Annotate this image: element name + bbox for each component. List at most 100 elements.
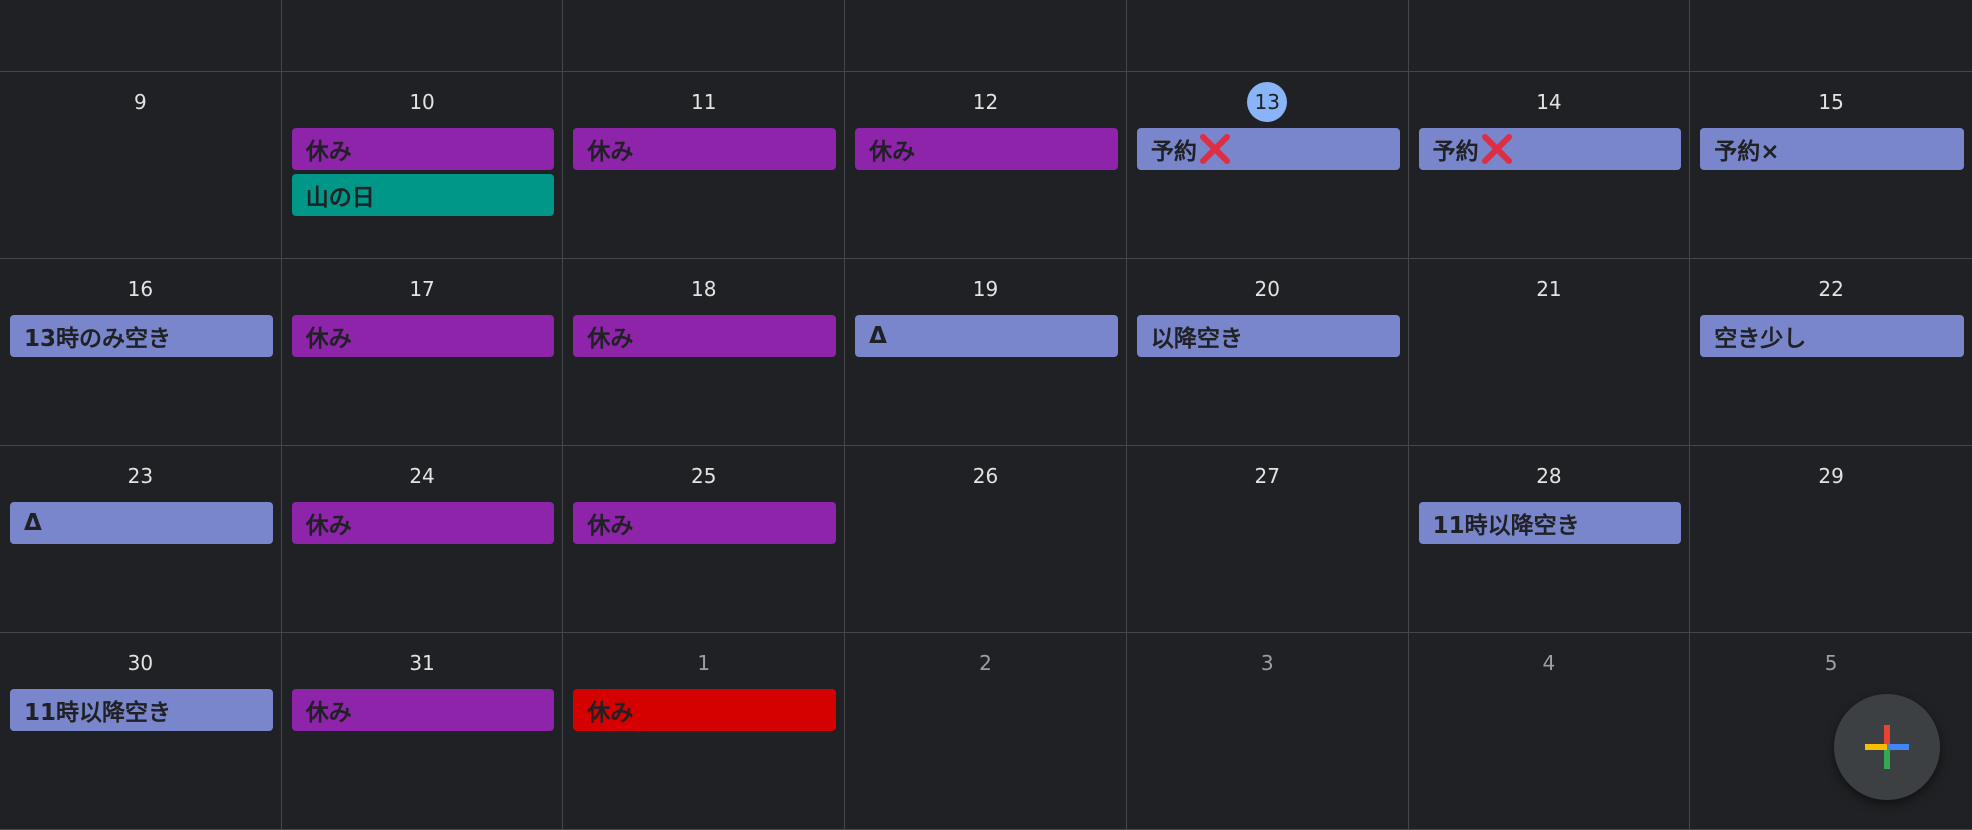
day-cell-previous-week[interactable] — [1408, 0, 1691, 72]
event-chip[interactable]: Δ — [10, 502, 273, 544]
event-title: Δ — [869, 323, 887, 349]
event-list: 予約 — [1409, 128, 1690, 174]
date-number[interactable]: 15 — [1811, 82, 1851, 122]
day-cell[interactable]: 13 予約 — [1126, 72, 1409, 259]
date-number[interactable]: 22 — [1811, 269, 1851, 309]
date-number[interactable]: 4 — [1529, 643, 1569, 683]
event-list: 以降空き — [1127, 315, 1408, 361]
event-chip[interactable]: 予約× — [1700, 128, 1964, 170]
date-number[interactable]: 26 — [965, 456, 1005, 496]
day-cell[interactable]: 15 予約× — [1690, 72, 1972, 259]
event-list: 休み — [563, 689, 844, 735]
date-number[interactable]: 19 — [965, 269, 1005, 309]
date-number[interactable]: 16 — [120, 269, 160, 309]
day-cell-previous-week[interactable] — [1690, 0, 1972, 72]
day-cell-previous-week[interactable] — [563, 0, 846, 72]
day-cell[interactable]: 22 空き少し — [1690, 259, 1972, 446]
event-chip[interactable]: 休み — [573, 689, 837, 731]
date-number[interactable]: 21 — [1529, 269, 1569, 309]
day-cell-previous-week[interactable] — [845, 0, 1127, 72]
day-cell[interactable]: 14 予約 — [1408, 72, 1691, 259]
event-list: 休み — [282, 689, 563, 735]
event-chip[interactable]: 13時のみ空き — [10, 315, 273, 357]
event-chip[interactable]: 休み — [291, 128, 555, 170]
event-list: 休み — [563, 315, 844, 361]
date-number[interactable]: 17 — [402, 269, 442, 309]
day-cell[interactable]: 31 休み — [281, 633, 564, 830]
event-chip[interactable]: 予約 — [1136, 128, 1400, 170]
event-chip[interactable]: 山の日 — [291, 174, 555, 216]
day-cell[interactable]: 3 — [1126, 633, 1409, 830]
day-cell[interactable]: 4 — [1408, 633, 1691, 830]
event-chip[interactable]: 11時以降空き — [10, 689, 273, 731]
event-chip[interactable]: 休み — [291, 502, 555, 544]
day-cell[interactable]: 24 休み — [281, 446, 564, 633]
day-cell[interactable]: 17 休み — [281, 259, 564, 446]
event-chip[interactable]: 休み — [291, 689, 555, 731]
event-list: 休み — [282, 502, 563, 548]
day-cell[interactable]: 27 — [1126, 446, 1409, 633]
event-chip[interactable]: 以降空き — [1136, 315, 1400, 357]
event-title: 休み — [305, 513, 352, 539]
date-number[interactable]: 1 — [684, 643, 724, 683]
date-number[interactable]: 31 — [402, 643, 442, 683]
event-list: 予約× — [1690, 128, 1972, 174]
date-number[interactable]: 11 — [684, 82, 724, 122]
day-cell[interactable]: 1 休み — [563, 633, 846, 830]
date-number[interactable]: 23 — [120, 456, 160, 496]
date-number[interactable]: 14 — [1529, 82, 1569, 122]
day-cell[interactable]: 26 — [845, 446, 1127, 633]
day-cell[interactable]: 30 11時以降空き — [0, 633, 282, 830]
day-cell[interactable]: 9 — [0, 72, 282, 259]
day-cell[interactable]: 16 13時のみ空き — [0, 259, 282, 446]
today-date-number[interactable]: 13 — [1247, 82, 1288, 122]
event-chip[interactable]: 予約 — [1418, 128, 1682, 170]
day-cell[interactable]: 23 Δ — [0, 446, 282, 633]
event-list: Δ — [845, 315, 1126, 361]
day-cell-previous-week[interactable] — [0, 0, 282, 72]
date-number[interactable]: 10 — [402, 82, 442, 122]
date-number[interactable]: 25 — [684, 456, 724, 496]
event-title: Δ — [24, 510, 42, 536]
date-number[interactable]: 3 — [1247, 643, 1287, 683]
event-chip[interactable]: 11時以降空き — [1418, 502, 1682, 544]
event-chip[interactable]: 休み — [855, 128, 1118, 170]
day-cell[interactable]: 2 — [845, 633, 1127, 830]
day-cell-previous-week[interactable] — [281, 0, 564, 72]
date-number[interactable]: 18 — [684, 269, 724, 309]
day-cell-previous-week[interactable] — [1126, 0, 1409, 72]
day-cell[interactable]: 28 11時以降空き — [1408, 446, 1691, 633]
event-title: 予約× — [1714, 139, 1780, 165]
date-number[interactable]: 12 — [965, 82, 1005, 122]
date-number[interactable]: 29 — [1811, 456, 1851, 496]
date-number[interactable]: 27 — [1247, 456, 1287, 496]
day-cell[interactable]: 10 休み 山の日 — [281, 72, 564, 259]
date-number[interactable]: 20 — [1247, 269, 1287, 309]
date-number[interactable]: 28 — [1529, 456, 1569, 496]
event-chip[interactable]: Δ — [855, 315, 1118, 357]
event-chip[interactable]: 休み — [573, 315, 837, 357]
event-title: 13時のみ空き — [24, 326, 172, 352]
day-cell[interactable]: 11 休み — [563, 72, 846, 259]
day-cell[interactable]: 21 — [1408, 259, 1691, 446]
event-chip[interactable]: 休み — [573, 502, 837, 544]
day-cell[interactable]: 12 休み — [845, 72, 1127, 259]
create-event-button[interactable] — [1834, 694, 1940, 800]
date-number[interactable]: 9 — [120, 82, 160, 122]
day-cell[interactable]: 20 以降空き — [1126, 259, 1409, 446]
event-chip[interactable]: 休み — [291, 315, 555, 357]
event-chip[interactable]: 空き少し — [1700, 315, 1964, 357]
day-cell[interactable]: 25 休み — [563, 446, 846, 633]
date-number[interactable]: 2 — [965, 643, 1005, 683]
red-cross-mark-icon — [1199, 134, 1230, 164]
event-chip[interactable]: 休み — [573, 128, 837, 170]
event-list: 休み 山の日 — [282, 128, 563, 220]
day-cell[interactable]: 18 休み — [563, 259, 846, 446]
event-list: 空き少し — [1690, 315, 1972, 361]
date-number[interactable]: 30 — [120, 643, 160, 683]
day-cell[interactable]: 29 — [1690, 446, 1972, 633]
date-number[interactable]: 5 — [1811, 643, 1851, 683]
event-list: 休み — [845, 128, 1126, 174]
day-cell[interactable]: 19 Δ — [845, 259, 1127, 446]
date-number[interactable]: 24 — [402, 456, 442, 496]
